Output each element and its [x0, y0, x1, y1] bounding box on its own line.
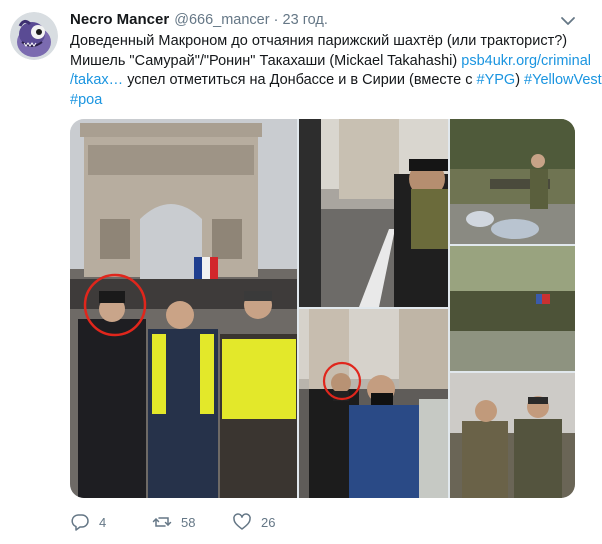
retweet-count: 58 — [181, 514, 196, 530]
hashtag-ypg[interactable]: #YPG — [477, 72, 516, 88]
author-name[interactable]: Necro Mancer — [70, 11, 169, 28]
photo-arc-de-triomphe[interactable] — [70, 119, 297, 498]
tweet-line-3-close: ) — [515, 72, 525, 88]
tweet-line-3-text: успел отметиться на Донбассе и в Сирии (… — [123, 72, 477, 88]
avatar[interactable] — [10, 12, 58, 60]
retweet-button[interactable]: 58 — [152, 512, 232, 532]
photo-two-fighters[interactable] — [450, 373, 575, 498]
author-handle[interactable]: @666_mancer — [174, 12, 269, 28]
photo-fighters-weapon[interactable] — [450, 119, 575, 244]
photo-street-bottom[interactable] — [299, 309, 448, 498]
tweet-line-2: Мишель "Самурай"/"Ронин" Такахаши (Micka… — [70, 52, 591, 72]
reply-button[interactable]: 4 — [70, 512, 152, 532]
tweet-line-3: /takax… успел отметиться на Донбассе и в… — [70, 71, 602, 91]
tweet-text: Доведенный Макроном до отчаяния парижски… — [70, 32, 602, 111]
tweet-line-1: Доведенный Макроном до отчаяния парижски… — [70, 33, 568, 49]
tweet-actions: 4 58 26 — [70, 510, 312, 534]
heart-icon — [233, 513, 251, 530]
tweet-card[interactable]: Necro Mancer @666_mancer · 23 год. Довед… — [0, 0, 602, 544]
hashtag-poa[interactable]: #роа — [70, 92, 102, 108]
tweet-timestamp[interactable]: 23 год. — [283, 12, 328, 28]
tweet-url-link[interactable]: psb4ukr.org/criminal — [461, 53, 591, 69]
reply-icon — [71, 514, 89, 531]
tweet-line-2-text: Мишель "Самурай"/"Ронин" Такахаши (Micka… — [70, 52, 462, 69]
photo-street-top[interactable] — [299, 119, 448, 307]
avatar-image — [10, 12, 58, 60]
chevron-down-icon[interactable] — [560, 14, 576, 28]
like-button[interactable]: 26 — [232, 512, 312, 532]
retweet-icon — [152, 517, 172, 527]
photo-fighters-group[interactable] — [450, 246, 575, 371]
tweet-header: Necro Mancer @666_mancer · 23 год. — [70, 11, 328, 31]
reply-count: 4 — [99, 514, 107, 530]
tweet-line-4: #роа — [70, 91, 570, 111]
hashtag-yellowvests[interactable]: #YellowVests — [524, 72, 602, 88]
media-collage — [70, 119, 575, 498]
like-count: 26 — [261, 514, 276, 530]
tweet-url-link-continued[interactable]: /takax… — [70, 72, 123, 88]
header-separator: · — [273, 11, 279, 28]
